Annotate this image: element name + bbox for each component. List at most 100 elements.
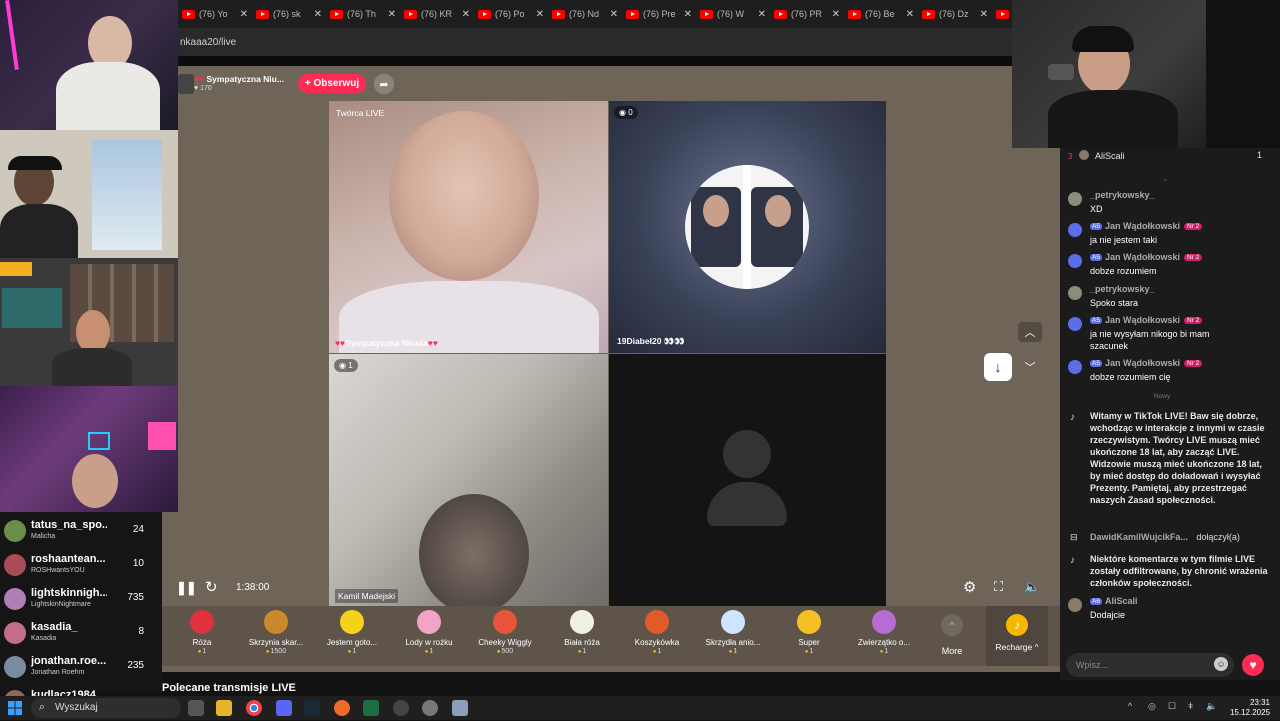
chat-username[interactable]: _petrykowsky_ — [1090, 284, 1155, 294]
followed-channel[interactable]: lightskinnigh... LightskinNightmare 735 — [0, 584, 152, 614]
close-icon[interactable]: ✕ — [980, 9, 988, 20]
avatar[interactable] — [1068, 360, 1082, 374]
browser-tab[interactable]: (76) sk ✕ — [252, 0, 326, 28]
close-icon[interactable]: ✕ — [536, 9, 544, 20]
browser-tab[interactable]: (76) Pre ✕ — [622, 0, 696, 28]
pause-button[interactable]: ❚❚ — [176, 580, 197, 596]
browser-tab[interactable]: (76) Th ✕ — [326, 0, 400, 28]
collapse-chevron-icon[interactable]: ⌄ — [1162, 174, 1169, 183]
chat-username[interactable]: Jan Wądołkowski — [1105, 252, 1180, 262]
chat-input[interactable]: Wpisz... — [1066, 653, 1234, 677]
gift-price: 1 — [166, 648, 238, 655]
sponge-icon — [340, 610, 364, 634]
avatar[interactable] — [1068, 286, 1082, 300]
mic-tray-icon[interactable]: ǂ — [1188, 701, 1193, 711]
browser-tab[interactable]: (76) PR ✕ — [770, 0, 844, 28]
chat-username[interactable]: Jan Wądołkowski — [1105, 358, 1180, 368]
chat-message[interactable]: A5 Jan Wądołkowski Nr 2 ja nie wysyłam niko… — [1068, 315, 1268, 351]
obs-icon[interactable] — [422, 700, 438, 716]
gift-item[interactable]: Jestem goto...1 — [316, 610, 388, 655]
fullscreen-button[interactable]: ⛶ — [994, 579, 1003, 595]
settings-button[interactable]: ⚙ — [963, 578, 976, 596]
more-gifts-button[interactable]: ^ More — [936, 614, 968, 656]
gift-item[interactable]: Cheeky Wiggly500 — [469, 610, 541, 655]
scroll-up-button[interactable]: ︿ — [1018, 322, 1042, 342]
followed-channel[interactable]: kasadia_ Kasadia 8 — [0, 618, 152, 648]
chat-username[interactable]: Jan Wądołkowski — [1105, 221, 1180, 231]
close-icon[interactable]: ✕ — [832, 9, 840, 20]
scroll-to-bottom-button[interactable]: ↓ — [984, 353, 1012, 381]
browser-tab[interactable]: (76) W ✕ — [696, 0, 770, 28]
scroll-down-button[interactable]: ﹀ — [1018, 357, 1042, 377]
browser-tab[interactable]: (76) Dz ✕ — [918, 0, 992, 28]
browser-tab[interactable]: (76) KR ✕ — [400, 0, 474, 28]
host-name[interactable]: ♥♥ Sympatyczna Niu... — [194, 74, 284, 84]
browser-tab[interactable]: (76) G✕ — [992, 0, 1012, 28]
share-button[interactable]: ➦ — [374, 74, 394, 94]
chat-message[interactable]: _petrykowsky_ Spoko stara — [1068, 284, 1268, 312]
top-viewer-row[interactable]: 3 AliScali 1 — [1068, 150, 1268, 164]
recharge-button[interactable]: ♪ Recharge ^ — [986, 606, 1048, 666]
gift-item[interactable]: Zwierzątko o...1 — [848, 610, 920, 655]
video-tile-host[interactable]: Twórca LIVE ♥♥Sympatyczna Ninnia♥♥ — [329, 101, 608, 353]
network-icon[interactable]: ☐ — [1168, 701, 1176, 712]
host-avatar[interactable] — [178, 74, 194, 94]
gift-item[interactable]: Róża1 — [166, 610, 238, 655]
settings-app-icon[interactable] — [452, 700, 468, 716]
discord-icon[interactable] — [276, 700, 292, 716]
volume-button[interactable]: 🔈 — [1024, 579, 1040, 595]
close-icon[interactable]: ✕ — [610, 9, 618, 20]
avatar[interactable] — [1068, 317, 1082, 331]
followed-channel[interactable]: jonathan.roe... Jonathan Roehm 235 — [0, 652, 152, 682]
close-icon[interactable]: ✕ — [462, 9, 470, 20]
volume-tray-icon[interactable]: 🔈 — [1206, 701, 1217, 712]
close-icon[interactable]: ✕ — [906, 9, 914, 20]
address-bar[interactable]: nkaaa20/live — [178, 28, 1012, 56]
gift-item[interactable]: Biała róża1 — [546, 610, 618, 655]
refresh-button[interactable]: ↻ — [205, 578, 218, 596]
close-icon[interactable]: ✕ — [684, 9, 692, 20]
tray-app-icon[interactable]: ◎ — [1148, 701, 1156, 712]
browser-tab[interactable]: (76) Be ✕ — [844, 0, 918, 28]
chrome-icon[interactable] — [246, 700, 262, 716]
task-view-icon[interactable] — [188, 700, 204, 716]
steam-icon[interactable] — [304, 700, 320, 716]
chat-username[interactable]: Jan Wądołkowski — [1105, 315, 1180, 325]
chat-message[interactable]: A5 Jan Wądołkowski Nr 2 ja nie jestem taki — [1068, 221, 1268, 249]
gift-item[interactable]: Lody w rożku1 — [393, 610, 465, 655]
browser-tab[interactable]: (76) Po ✕ — [474, 0, 548, 28]
file-explorer-icon[interactable] — [216, 700, 232, 716]
video-tile-guest-2[interactable]: ◉ 1 Kamil Madejski — [329, 354, 608, 606]
gift-item[interactable]: Skrzynia skar...1500 — [240, 610, 312, 655]
video-tile-guest-1[interactable]: ◉ 0 19Diabeł20 👀👀 — [609, 101, 886, 353]
close-icon[interactable]: ✕ — [388, 9, 396, 20]
gift-item[interactable]: Skrzydła anio...1 — [697, 610, 769, 655]
followed-channel[interactable]: roshaantean... ROSHwantsYOU 10 — [0, 550, 152, 580]
emoji-button[interactable]: ☺ — [1214, 657, 1228, 671]
windows-start-button[interactable] — [7, 700, 23, 716]
close-icon[interactable]: ✕ — [314, 9, 322, 20]
excel-icon[interactable] — [363, 700, 379, 716]
app-orange-icon[interactable] — [334, 700, 350, 716]
gift-item[interactable]: Koszykówka1 — [621, 610, 693, 655]
avatar[interactable] — [1068, 192, 1082, 206]
chat-message-last[interactable]: A6 AliScali Dodajcie — [1068, 596, 1268, 626]
avatar[interactable] — [1068, 254, 1082, 268]
taskbar-search[interactable]: ⌕ Wyszukaj — [31, 698, 181, 718]
followed-channel[interactable]: tatus_na_spo... Malicha 24 — [0, 516, 152, 546]
browser-tab[interactable]: (76) Nd ✕ — [548, 0, 622, 28]
app-red-icon[interactable] — [393, 700, 409, 716]
chat-message[interactable]: _petrykowsky_ XD — [1068, 190, 1268, 218]
chat-username[interactable]: _petrykowsky_ — [1090, 190, 1155, 200]
close-icon[interactable]: ✕ — [758, 9, 766, 20]
close-icon[interactable]: ✕ — [240, 9, 248, 20]
browser-tab[interactable]: (76) Yo ✕ — [178, 0, 252, 28]
avatar[interactable] — [1068, 223, 1082, 237]
chat-message[interactable]: A5 Jan Wądołkowski Nr 2 dobze rozumiem — [1068, 252, 1268, 280]
chat-message[interactable]: A5 Jan Wądołkowski Nr 2 dobze rozumiem cię — [1068, 358, 1268, 386]
taskbar-clock[interactable]: 23:31 15.12.2025 — [1224, 698, 1270, 718]
like-button[interactable]: ♥ — [1242, 654, 1264, 676]
gift-item[interactable]: Super1 — [773, 610, 845, 655]
tray-chevron-icon[interactable]: ^ — [1128, 701, 1132, 711]
follow-button[interactable]: + Obserwuj — [298, 74, 366, 93]
